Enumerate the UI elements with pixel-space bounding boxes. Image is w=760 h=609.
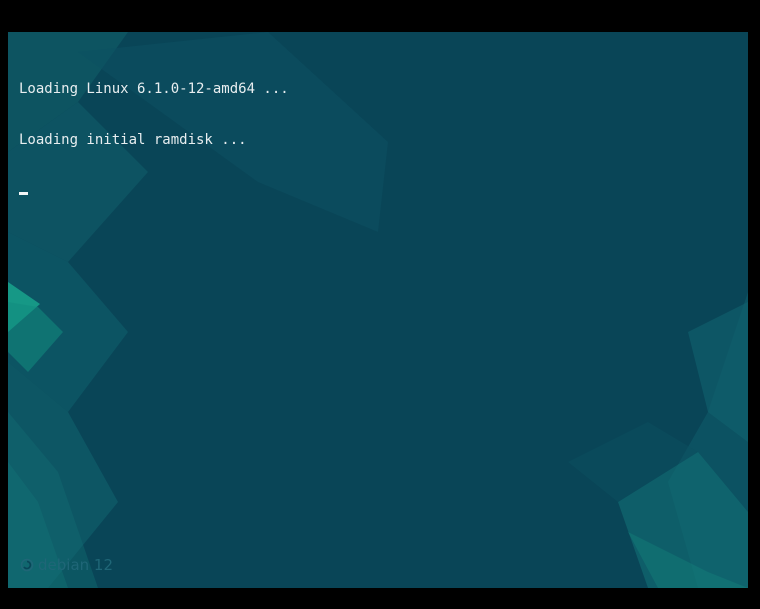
- cursor-block: [19, 192, 28, 195]
- boot-console: Loading Linux 6.1.0-12-amd64 ... Loading…: [19, 47, 289, 234]
- boot-splash-area: Loading Linux 6.1.0-12-amd64 ... Loading…: [8, 32, 748, 588]
- boot-screen: Loading Linux 6.1.0-12-amd64 ... Loading…: [0, 0, 760, 609]
- text-cursor: [19, 183, 289, 200]
- boot-message-ramdisk: Loading initial ramdisk ...: [19, 132, 247, 148]
- boot-message-kernel: Loading Linux 6.1.0-12-amd64 ...: [19, 81, 289, 97]
- distro-label: debian 12: [38, 556, 113, 574]
- distro-branding: debian 12: [20, 556, 113, 574]
- debian-swirl-icon: [20, 558, 34, 572]
